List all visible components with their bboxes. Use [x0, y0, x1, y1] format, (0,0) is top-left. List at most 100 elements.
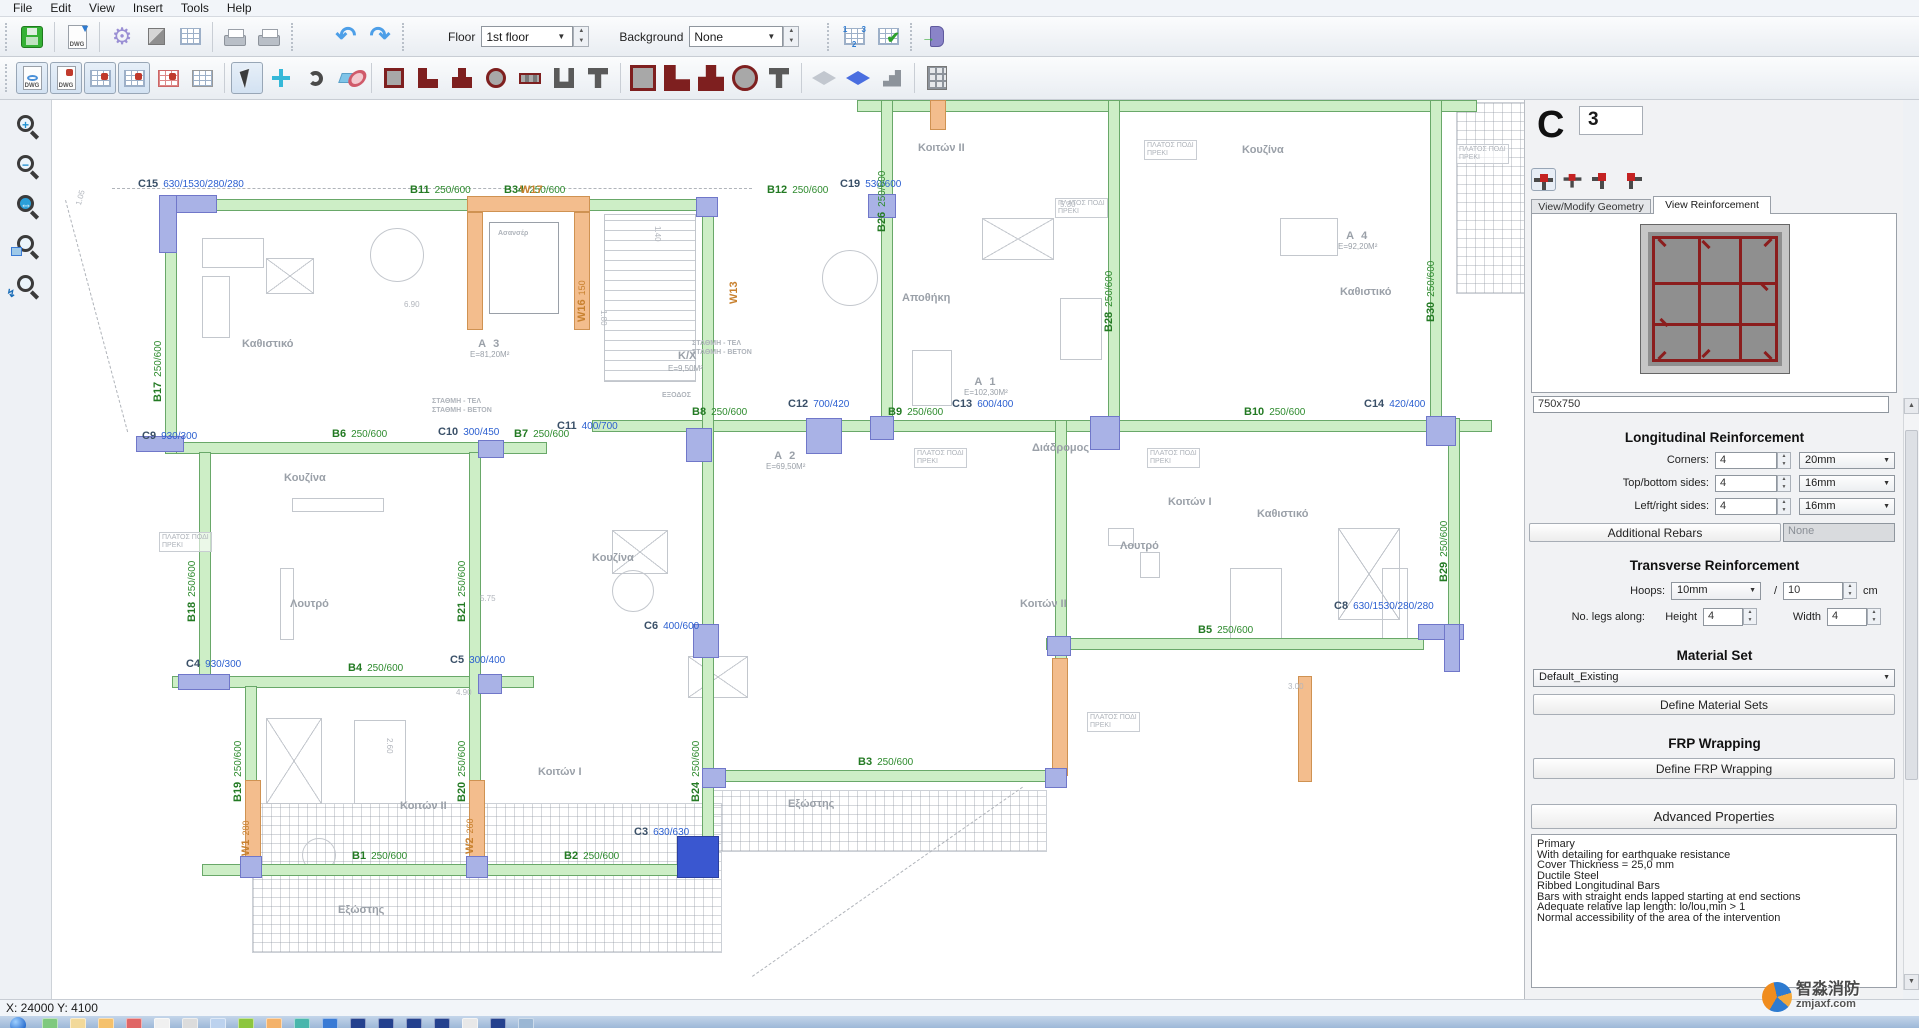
taskbar-app-icon[interactable] [266, 1018, 282, 1028]
taskbar-app-icon[interactable] [350, 1018, 366, 1028]
show-dwg-toggle[interactable]: DWG [16, 62, 48, 94]
zoom-previous-button[interactable]: ↯ [9, 266, 43, 300]
legs-width-field[interactable]: 4 [1827, 608, 1867, 626]
panel-scrollbar[interactable]: ▲ ▼ [1903, 398, 1919, 990]
floor-select[interactable]: 1st floor ▼ [481, 26, 573, 47]
section-size-item[interactable]: 750x750 [1533, 396, 1889, 413]
tab-view-modify-geometry[interactable]: View/Modify Geometry [1531, 199, 1651, 214]
check-model-button[interactable]: ✔ [872, 21, 904, 53]
define-material-sets-button[interactable]: Define Material Sets [1533, 694, 1895, 715]
print-preview-button[interactable] [253, 21, 285, 53]
zoom-out-button[interactable]: − [9, 146, 43, 180]
element-number-field[interactable]: 3 [1579, 106, 1643, 135]
taskbar-app-icon[interactable] [322, 1018, 338, 1028]
junction-corner-right-icon[interactable] [1619, 168, 1644, 191]
taskbar-app-icon[interactable] [462, 1018, 478, 1028]
move-tool[interactable] [265, 62, 297, 94]
stairs-tool[interactable] [876, 62, 908, 94]
column-rect-reinforced-tool[interactable] [627, 62, 659, 94]
material-set-select[interactable]: Default_Existing [1533, 669, 1895, 687]
legs-height-stepper[interactable]: ▲▼ [1743, 608, 1757, 625]
taskbar-app-icon[interactable] [518, 1018, 534, 1028]
junction-corner-left-icon[interactable] [1590, 168, 1615, 191]
taskbar-app-icon[interactable] [154, 1018, 170, 1028]
leftright-stepper[interactable]: ▲▼ [1777, 498, 1791, 515]
taskbar-app-icon[interactable] [210, 1018, 226, 1028]
menu-item-help[interactable]: Help [218, 1, 261, 15]
background-stepper[interactable]: ▲▼ [783, 26, 799, 47]
tables-button[interactable] [174, 21, 206, 53]
scroll-up-arrow[interactable]: ▲ [1904, 398, 1919, 414]
save-button[interactable] [16, 21, 48, 53]
background-select[interactable]: None ▼ [689, 26, 783, 47]
zoom-extents-button[interactable]: ⇔ [9, 186, 43, 220]
menu-item-tools[interactable]: Tools [172, 1, 218, 15]
erase-tool[interactable] [333, 62, 365, 94]
corners-stepper[interactable]: ▲▼ [1777, 452, 1791, 469]
floor-stepper[interactable]: ▲▼ [573, 26, 589, 47]
exit-button[interactable] [921, 21, 953, 53]
legs-height-field[interactable]: 4 [1703, 608, 1743, 626]
column-circle-reinforced-tool[interactable] [729, 62, 761, 94]
hoop-spacing-field[interactable]: 10 [1783, 582, 1843, 600]
menu-item-view[interactable]: View [80, 1, 124, 15]
renumber-grid-button[interactable]: 132 [838, 21, 870, 53]
grid-edit-button[interactable] [152, 62, 184, 94]
taskbar-app-icon[interactable] [42, 1018, 58, 1028]
menu-item-edit[interactable]: Edit [41, 1, 80, 15]
leftright-count-field[interactable]: 4 [1715, 498, 1777, 515]
legs-width-stepper[interactable]: ▲▼ [1867, 608, 1881, 625]
topbottom-diameter-select[interactable]: 16mm [1799, 475, 1895, 492]
taskbar[interactable] [0, 1016, 1919, 1028]
corners-diameter-select[interactable]: 20mm [1799, 452, 1895, 469]
taskbar-app-icon[interactable] [126, 1018, 142, 1028]
taskbar-app-icon[interactable] [406, 1018, 422, 1028]
snap-grid-color-toggle[interactable] [84, 62, 116, 94]
wall-tool[interactable] [514, 62, 546, 94]
additional-rebars-button[interactable]: Additional Rebars [1529, 523, 1781, 542]
column-L-reinforced-tool[interactable] [661, 62, 693, 94]
corners-count-field[interactable]: 4 [1715, 452, 1777, 469]
frame-view-button[interactable] [921, 62, 953, 94]
tab-view-reinforcement[interactable]: View Reinforcement [1653, 196, 1771, 214]
select-tool[interactable] [231, 62, 263, 94]
zoom-window-button[interactable] [9, 226, 43, 260]
junction-cross-icon[interactable] [1531, 168, 1556, 191]
taskbar-app-icon[interactable] [378, 1018, 394, 1028]
redo-button[interactable]: ↷ [364, 21, 396, 53]
settings-button[interactable]: ⚙ [106, 21, 138, 53]
hoop-spacing-stepper[interactable]: ▲▼ [1843, 582, 1857, 599]
import-dwg-button[interactable]: DWG▼ [61, 21, 93, 53]
beam-T-reinforced-tool[interactable] [763, 62, 795, 94]
leftright-diameter-select[interactable]: 16mm [1799, 498, 1895, 515]
pan-grid-button[interactable] [186, 62, 218, 94]
junction-tee-icon[interactable] [1562, 170, 1583, 190]
taskbar-app-icon[interactable] [434, 1018, 450, 1028]
scrollbar-thumb[interactable] [1905, 430, 1918, 780]
column-rect-section-tool[interactable] [378, 62, 410, 94]
taskbar-app-icon[interactable] [98, 1018, 114, 1028]
rotate-tool[interactable] [299, 62, 331, 94]
menu-item-insert[interactable]: Insert [124, 1, 172, 15]
taskbar-app-icon[interactable] [238, 1018, 254, 1028]
define-frp-wrapping-button[interactable]: Define FRP Wrapping [1533, 758, 1895, 779]
taskbar-app-icon[interactable] [294, 1018, 310, 1028]
undo-button[interactable]: ↶ [330, 21, 362, 53]
column-L-section-tool[interactable] [412, 62, 444, 94]
topbottom-stepper[interactable]: ▲▼ [1777, 475, 1791, 492]
menu-item-file[interactable]: File [4, 1, 41, 15]
inclined-slab-tool[interactable] [842, 62, 874, 94]
start-button[interactable] [10, 1017, 26, 1028]
column-T-reinforced-tool[interactable] [695, 62, 727, 94]
scroll-down-arrow[interactable]: ▼ [1904, 974, 1919, 990]
advanced-properties-header[interactable]: Advanced Properties [1531, 804, 1897, 829]
column-circle-section-tool[interactable] [480, 62, 512, 94]
snap-dwg-toggle[interactable]: DWG [50, 62, 82, 94]
view-3d-button[interactable] [140, 21, 172, 53]
beam-T-tool[interactable] [582, 62, 614, 94]
taskbar-app-icon[interactable] [182, 1018, 198, 1028]
floor-plan-canvas[interactable]: C15630/1530/280/280C19530/600C9930/300C1… [52, 100, 1524, 999]
slab-tool[interactable] [808, 62, 840, 94]
taskbar-app-icon[interactable] [70, 1018, 86, 1028]
column-T-section-tool[interactable] [446, 62, 478, 94]
